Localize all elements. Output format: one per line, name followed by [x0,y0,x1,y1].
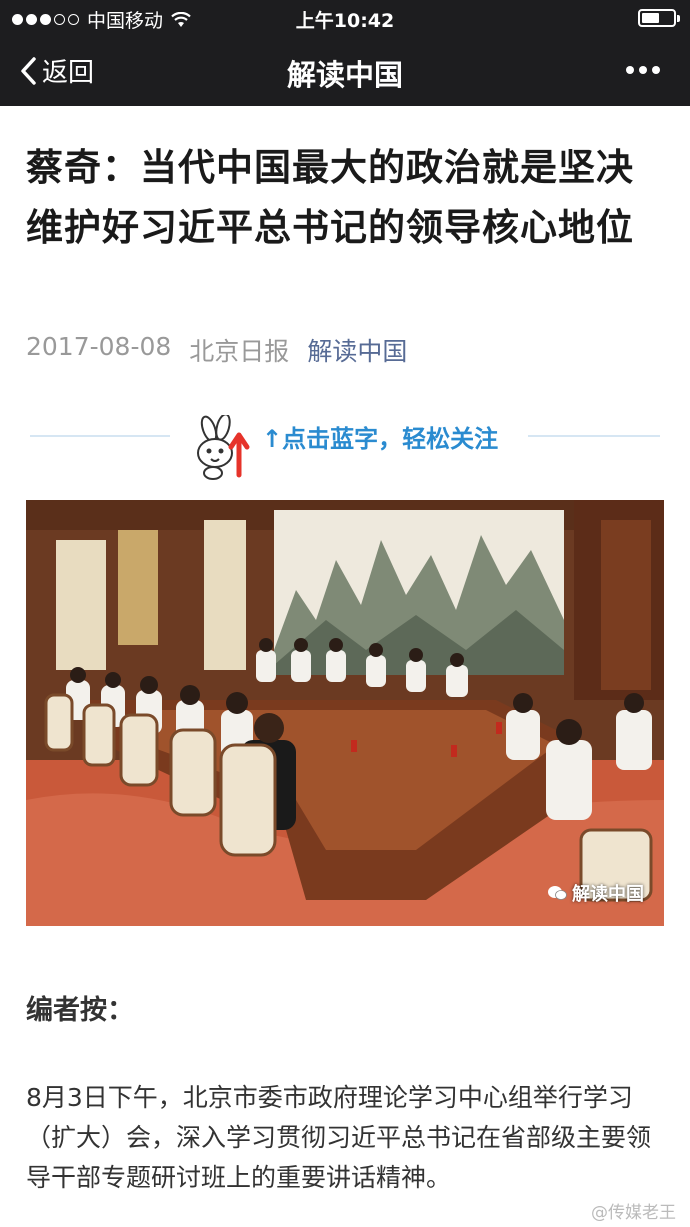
rabbit-mascot-icon [197,415,250,480]
editor-note-heading: 编者按： [26,995,134,1026]
navigation-bar: 返回 解读中国 [0,36,690,106]
wechat-icon [548,886,567,900]
article-meta: 2017-08-08 北京日报 解读中国 [26,332,407,368]
article-source: 北京日报 [189,337,290,366]
more-options-button[interactable] [626,66,660,74]
follow-text: ↑点击蓝字，轻松关注 [262,425,499,453]
nav-title: 解读中国 [286,58,403,92]
top-bar: 中国移动 上午10:42 返回 解读中国 [0,0,690,106]
account-link[interactable]: 解读中国 [307,332,407,368]
battery-icon [638,9,680,27]
article-body: 8月3日下午，北京市委市政府理论学习中心组举行学习（扩大）会，深入学习贯彻习近平… [26,1083,652,1192]
divider-left [30,435,170,437]
photo-watermark: 解读中国 [547,880,644,906]
status-time: 上午10:42 [295,10,395,32]
article-date: 2017-08-08 [26,332,172,361]
divider-right [528,435,660,437]
article-title: 蔡奇：当代中国最大的政治就是坚决维护好习近平总书记的领导核心地位 [26,146,634,249]
follow-banner[interactable]: ↑点击蓝字，轻松关注 [30,405,660,485]
status-bar: 中国移动 上午10:42 [0,0,690,36]
meeting-photo: 解读中国 [26,500,664,926]
weibo-watermark: @传媒老王 [591,1203,676,1223]
more-icon [626,66,634,74]
